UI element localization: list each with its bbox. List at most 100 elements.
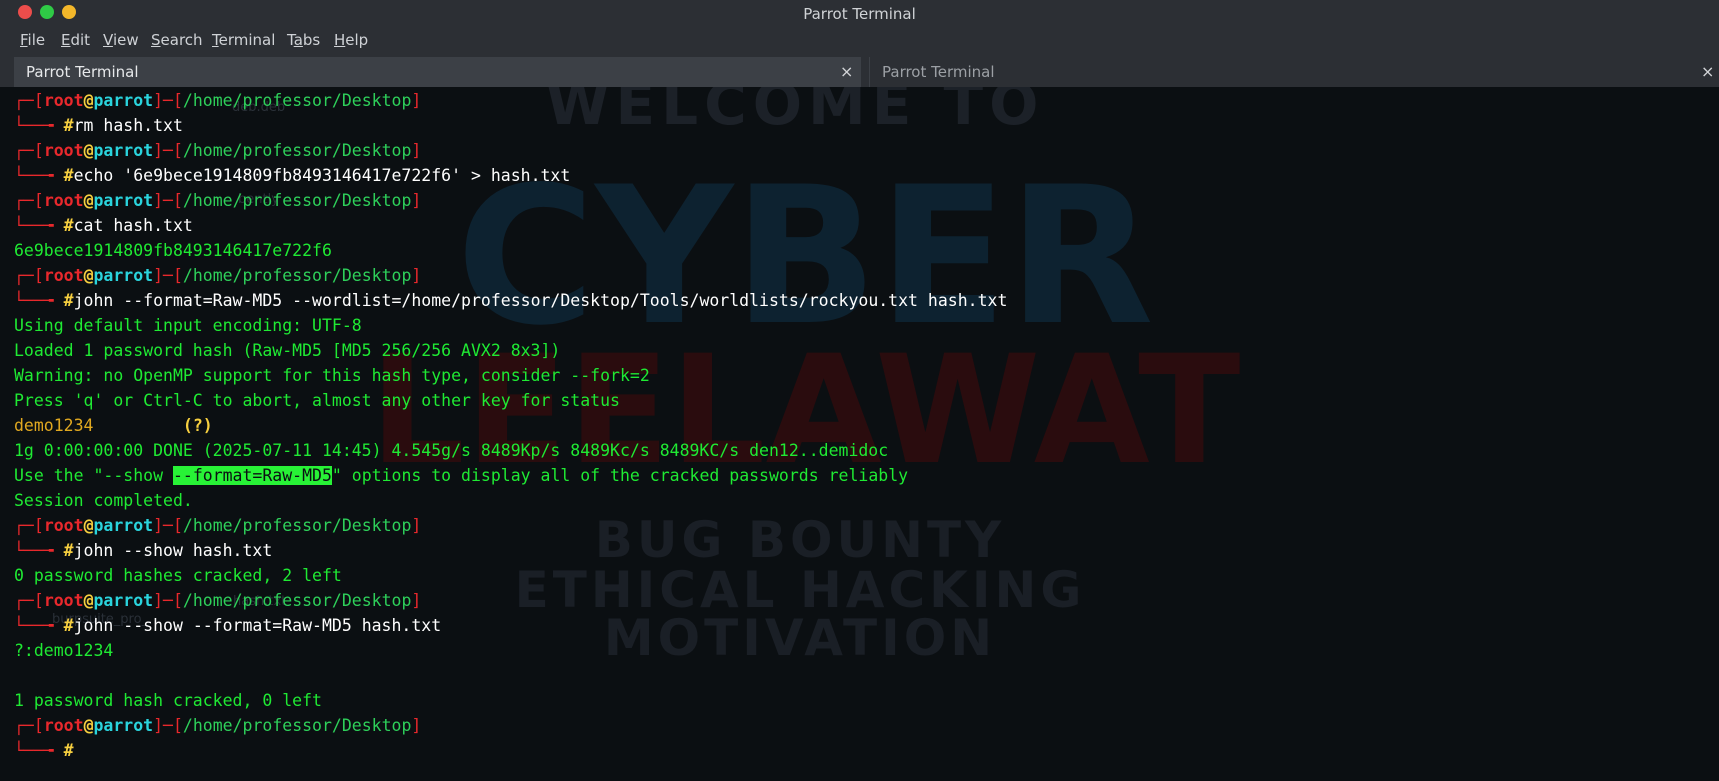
- menu-tabs-mnemonic: a: [293, 31, 303, 49]
- terminal-area[interactable]: WELCOME TO CYBER LEELAWAT BUG BOUNTY ETH…: [0, 87, 1719, 781]
- cracked-user: (?): [93, 416, 213, 435]
- output-line: 6e9bece1914809fb8493146417e722f6: [14, 241, 332, 260]
- prompt-bracket: ]─[: [153, 716, 183, 735]
- cracked-password: demo1234: [14, 416, 94, 435]
- prompt-at: @: [83, 716, 94, 735]
- output-text: Use the "--show: [14, 466, 173, 485]
- prompt-line: ┌─[root@parrot]─[/home/professor/Desktop…: [14, 513, 1007, 538]
- menu-tabs[interactable]: Tabs: [287, 31, 320, 49]
- terminal-window: Parrot Terminal o File Edit View Search …: [0, 0, 1719, 781]
- prompt-symbol: #: [63, 216, 74, 235]
- command-text: rm hash.txt: [73, 116, 183, 135]
- command-text: john --format=Raw-MD5 --wordlist=/home/p…: [73, 291, 1008, 310]
- command-text: cat hash.txt: [73, 216, 193, 235]
- prompt-bracket: ]: [411, 191, 422, 210]
- prompt-corner: └──╼: [14, 116, 64, 135]
- prompt-bracket: ]─[: [153, 266, 183, 285]
- prompt-bracket: ]: [411, 266, 422, 285]
- menu-file-mnemonic: F: [20, 31, 28, 49]
- tab-parrot-terminal-2[interactable]: Parrot Terminal ×: [869, 57, 1719, 87]
- prompt-user: root: [43, 141, 84, 160]
- terminal-output: ┌─[root@parrot]─[/home/professor/Desktop…: [14, 88, 1007, 763]
- prompt-host: parrot: [93, 191, 154, 210]
- output-line: ?:demo1234: [14, 641, 114, 660]
- prompt-line: ┌─[root@parrot]─[/home/professor/Desktop…: [14, 588, 1007, 613]
- tab-close-icon[interactable]: ×: [840, 62, 853, 81]
- prompt-at: @: [83, 191, 94, 210]
- menu-search-mnemonic: S: [151, 31, 161, 49]
- prompt-line: ┌─[root@parrot]─[/home/professor/Desktop…: [14, 713, 1007, 738]
- tab-label: Parrot Terminal: [882, 63, 995, 81]
- prompt-line: ┌─[root@parrot]─[/home/professor/Desktop…: [14, 188, 1007, 213]
- prompt-corner: └──╼: [14, 291, 64, 310]
- prompt-symbol: #: [63, 291, 74, 310]
- command-line: └──╼ #john --format=Raw-MD5 --wordlist=/…: [14, 288, 1007, 313]
- output-line: Press 'q' or Ctrl-C to abort, almost any…: [14, 391, 620, 410]
- output-line: 0 password hashes cracked, 2 left: [14, 566, 342, 585]
- title-bar[interactable]: Parrot Terminal: [0, 0, 1719, 27]
- menu-terminal-mnemonic: T: [212, 31, 219, 49]
- command-text: john --show hash.txt: [73, 541, 273, 560]
- menu-bar: File Edit View Search Terminal Tabs Help: [0, 27, 1719, 54]
- prompt-bracket: ]: [411, 716, 422, 735]
- menu-view[interactable]: View: [103, 31, 139, 49]
- menu-help-mnemonic: H: [334, 31, 346, 49]
- tab-close-icon[interactable]: ×: [1701, 62, 1714, 81]
- prompt-host: parrot: [93, 516, 154, 535]
- prompt-bracket: ┌─[: [14, 141, 44, 160]
- prompt-path: /home/professor/Desktop: [182, 716, 412, 735]
- prompt-bracket: ┌─[: [14, 516, 44, 535]
- menu-edit[interactable]: Edit: [61, 31, 90, 49]
- output-line: demo1234 (?): [14, 413, 1007, 438]
- prompt-bracket: ]─[: [153, 516, 183, 535]
- menu-search[interactable]: Search: [151, 31, 203, 49]
- menu-terminal[interactable]: Terminal: [212, 31, 275, 49]
- tab-label: Parrot Terminal: [26, 63, 139, 81]
- prompt-bracket: ┌─[: [14, 716, 44, 735]
- prompt-corner: └──╼: [14, 166, 64, 185]
- output-line: Using default input encoding: UTF-8: [14, 316, 362, 335]
- prompt-path: /home/professor/Desktop: [182, 591, 412, 610]
- prompt-bracket: ]─[: [153, 141, 183, 160]
- prompt-user: root: [43, 91, 84, 110]
- prompt-user: root: [43, 266, 84, 285]
- menu-tabs-label: bs: [302, 31, 321, 49]
- prompt-bracket: ┌─[: [14, 91, 44, 110]
- menu-view-mnemonic: V: [103, 31, 113, 49]
- menu-file-label: ile: [27, 31, 46, 49]
- prompt-symbol: #: [63, 541, 74, 560]
- prompt-corner: └──╼: [14, 216, 64, 235]
- menu-file[interactable]: File: [20, 31, 45, 49]
- command-text: john --show --format=Raw-MD5 hash.txt: [73, 616, 442, 635]
- prompt-path: /home/professor/Desktop: [182, 516, 412, 535]
- window-title: Parrot Terminal: [803, 5, 916, 23]
- prompt-line: ┌─[root@parrot]─[/home/professor/Desktop…: [14, 263, 1007, 288]
- command-line: └──╼ #cat hash.txt: [14, 213, 1007, 238]
- menu-view-label: iew: [112, 31, 139, 49]
- prompt-host: parrot: [93, 266, 154, 285]
- menu-edit-label: dit: [70, 31, 91, 49]
- command-text: echo '6e9bece1914809fb8493146417e722f6' …: [73, 166, 571, 185]
- prompt-path: /home/professor/Desktop: [182, 191, 412, 210]
- prompt-host: parrot: [93, 141, 154, 160]
- prompt-user: root: [43, 191, 84, 210]
- tab-bar: Parrot Terminal × Parrot Terminal ×: [0, 54, 1719, 87]
- prompt-bracket: ]─[: [153, 591, 183, 610]
- prompt-line: ┌─[root@parrot]─[/home/professor/Desktop…: [14, 88, 1007, 113]
- prompt-bracket: ]: [411, 91, 422, 110]
- prompt-bracket: ]─[: [153, 191, 183, 210]
- menu-help[interactable]: Help: [334, 31, 368, 49]
- prompt-symbol: #: [63, 166, 74, 185]
- selected-text[interactable]: --format=Raw-MD5: [172, 466, 332, 485]
- prompt-host: parrot: [93, 591, 154, 610]
- prompt-at: @: [83, 591, 94, 610]
- prompt-bracket: ]: [411, 591, 422, 610]
- output-line: 1g 0:00:00:00 DONE (2025-07-11 14:45) 4.…: [14, 441, 889, 460]
- prompt-at: @: [83, 266, 94, 285]
- tab-parrot-terminal-1[interactable]: Parrot Terminal ×: [14, 57, 861, 87]
- output-line: 1 password hash cracked, 0 left: [14, 691, 322, 710]
- prompt-bracket: ┌─[: [14, 191, 44, 210]
- prompt-host: parrot: [93, 91, 154, 110]
- command-line[interactable]: └──╼ #: [14, 738, 1007, 763]
- prompt-bracket: ┌─[: [14, 591, 44, 610]
